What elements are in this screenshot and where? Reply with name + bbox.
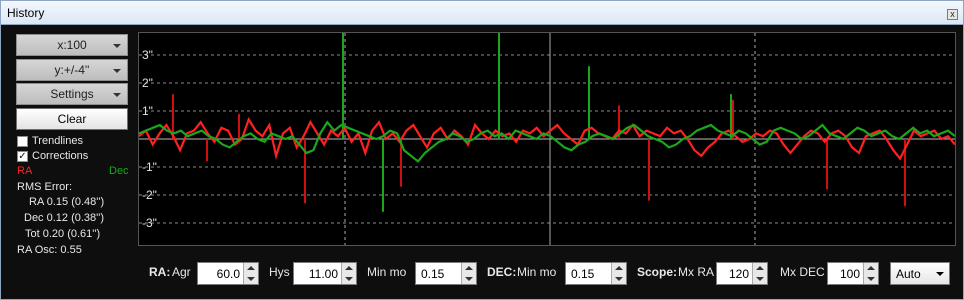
spin-up-icon[interactable] bbox=[756, 266, 764, 270]
graph-svg: 3" 2" 1" -1" -2" -3" bbox=[139, 33, 955, 245]
spin-down-icon[interactable] bbox=[867, 277, 875, 281]
spin-down-icon[interactable] bbox=[756, 277, 764, 281]
rms-ra: RA 0.15 (0.48'') bbox=[29, 196, 105, 208]
dec-label: DEC: bbox=[487, 265, 517, 279]
spin-down-icon[interactable] bbox=[465, 277, 473, 281]
agr-value[interactable]: 60.0 bbox=[217, 267, 240, 281]
dec-minmo-label: Min mo bbox=[517, 265, 557, 279]
title-bar: History x bbox=[0, 0, 964, 25]
corrections-checkbox-box[interactable]: ✓ bbox=[17, 150, 28, 162]
mxdec-value[interactable]: 100 bbox=[840, 267, 860, 281]
scope-label: Scope: bbox=[637, 265, 678, 279]
chevron-down-icon bbox=[113, 69, 121, 73]
settings-dropdown[interactable]: Settings bbox=[16, 83, 128, 105]
spin-up-icon[interactable] bbox=[615, 266, 623, 270]
spin-down-icon[interactable] bbox=[615, 277, 623, 281]
spinner-buttons[interactable] bbox=[611, 263, 626, 284]
ra-minmo-value[interactable]: 0.15 bbox=[421, 267, 444, 281]
legend-dec: Dec bbox=[109, 165, 129, 177]
hys-label: Hys bbox=[269, 265, 290, 279]
window-title: History bbox=[7, 6, 45, 20]
x-scale-dropdown[interactable]: x:100 bbox=[16, 34, 128, 56]
chevron-down-icon bbox=[936, 272, 944, 276]
trendlines-checkbox-box[interactable] bbox=[17, 135, 28, 147]
spinner-buttons[interactable] bbox=[243, 263, 258, 284]
auto-value: Auto bbox=[896, 267, 921, 281]
mxdec-label: Mx DEC bbox=[780, 265, 825, 279]
mxra-label: Mx RA bbox=[678, 265, 714, 279]
spin-up-icon[interactable] bbox=[867, 266, 875, 270]
ra-hysteresis-spinner[interactable]: 11.00 bbox=[293, 262, 357, 285]
ra-minmo-label: Min mo bbox=[367, 265, 407, 279]
history-graph: 3" 2" 1" -1" -2" -3" bbox=[138, 32, 956, 246]
settings-label: Settings bbox=[50, 87, 94, 101]
spinner-buttons[interactable] bbox=[752, 263, 767, 284]
agr-label: Agr bbox=[172, 265, 191, 279]
corrections-label: Corrections bbox=[32, 150, 89, 162]
spin-up-icon[interactable] bbox=[465, 266, 473, 270]
dec-section-label: DEC: bbox=[487, 265, 516, 279]
y-tick-label: -2" bbox=[142, 188, 157, 202]
spin-down-icon[interactable] bbox=[247, 277, 255, 281]
dec-minmo-value[interactable]: 0.15 bbox=[571, 267, 594, 281]
chevron-down-icon bbox=[113, 93, 121, 97]
close-icon[interactable]: x bbox=[947, 9, 958, 20]
dec-min-move-spinner[interactable]: 0.15 bbox=[565, 262, 627, 285]
y-tick-label: 2" bbox=[142, 76, 153, 90]
trendlines-label: Trendlines bbox=[32, 135, 83, 147]
y-scale-label: y:+/-4'' bbox=[54, 63, 90, 77]
y-tick-label: 3" bbox=[142, 48, 153, 62]
ra-osc: RA Osc: 0.55 bbox=[17, 244, 82, 256]
spinner-buttons[interactable] bbox=[461, 263, 476, 284]
y-tick-label: 1" bbox=[142, 104, 153, 118]
corrections-checkbox[interactable]: ✓ Corrections bbox=[17, 150, 88, 162]
y-tick-label: -1" bbox=[142, 160, 157, 174]
max-dec-spinner[interactable]: 100 bbox=[827, 262, 879, 285]
y-tick-label: -3" bbox=[142, 216, 157, 230]
x-scale-label: x:100 bbox=[57, 38, 87, 52]
mxra-value[interactable]: 120 bbox=[729, 267, 749, 281]
algorithm-dropdown[interactable]: Auto bbox=[890, 262, 950, 285]
legend-ra: RA bbox=[17, 165, 33, 177]
y-scale-dropdown[interactable]: y:+/-4'' bbox=[16, 59, 128, 81]
max-ra-spinner[interactable]: 120 bbox=[716, 262, 768, 285]
series-line-dec bbox=[139, 120, 955, 163]
rms-heading: RMS Error: bbox=[17, 181, 72, 193]
spinner-buttons[interactable] bbox=[341, 263, 356, 284]
ra-section-label: RA: bbox=[149, 265, 170, 279]
ra-aggression-spinner[interactable]: 60.0 bbox=[197, 262, 259, 285]
trendlines-checkbox[interactable]: Trendlines bbox=[17, 135, 83, 147]
spin-down-icon[interactable] bbox=[345, 277, 353, 281]
ra-label: RA: bbox=[149, 265, 171, 279]
rms-dec: Dec 0.12 (0.38'') bbox=[24, 212, 105, 224]
chevron-down-icon bbox=[113, 44, 121, 48]
clear-button[interactable]: Clear bbox=[16, 108, 128, 130]
rms-tot: Tot 0.20 (0.61'') bbox=[25, 228, 101, 240]
spin-up-icon[interactable] bbox=[345, 266, 353, 270]
spin-up-icon[interactable] bbox=[247, 266, 255, 270]
ra-min-move-spinner[interactable]: 0.15 bbox=[415, 262, 477, 285]
hys-value[interactable]: 11.00 bbox=[309, 267, 338, 281]
scope-section-label: Scope: bbox=[637, 265, 677, 279]
spinner-buttons[interactable] bbox=[863, 263, 878, 284]
